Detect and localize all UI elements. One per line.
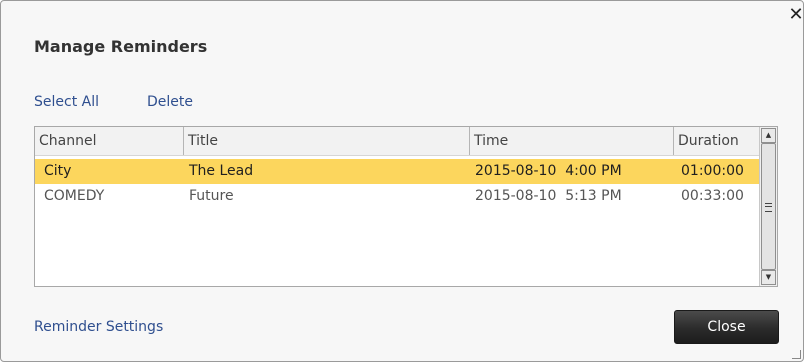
resize-grip-icon[interactable] [792, 350, 801, 359]
select-all-link[interactable]: Select All [34, 94, 99, 110]
manage-reminders-dialog: ✕ Manage Reminders Select All Delete Cha… [0, 0, 804, 362]
cell-time: 2015-08-10 5:13 PM [475, 188, 622, 204]
scroll-up-icon[interactable]: ▲ [761, 128, 776, 143]
cell-duration: 00:33:00 [681, 188, 744, 204]
cell-duration: 01:00:00 [681, 163, 744, 179]
close-icon[interactable]: ✕ [788, 5, 804, 25]
table-row[interactable]: City The Lead 2015-08-10 4:00 PM 01:00:0… [35, 159, 759, 184]
grip-icon [765, 202, 772, 212]
column-header-duration[interactable]: Duration [673, 127, 759, 155]
cell-title: The Lead [189, 163, 254, 179]
column-header-channel[interactable]: Channel [35, 127, 183, 155]
close-button[interactable]: Close [674, 310, 779, 344]
cell-title: Future [189, 188, 234, 204]
table-header: Channel Title Time Duration [35, 127, 759, 156]
scroll-thumb[interactable] [761, 143, 776, 270]
column-header-title[interactable]: Title [183, 127, 469, 155]
cell-channel: City [44, 163, 72, 179]
reminders-table: Channel Title Time Duration City The Lea… [34, 126, 778, 287]
delete-link[interactable]: Delete [147, 94, 193, 110]
vertical-scrollbar[interactable]: ▲ ▼ [759, 127, 777, 286]
cell-channel: COMEDY [44, 188, 105, 204]
cell-time: 2015-08-10 4:00 PM [475, 163, 622, 179]
reminder-settings-link[interactable]: Reminder Settings [34, 319, 163, 335]
column-header-time[interactable]: Time [469, 127, 673, 155]
dialog-title: Manage Reminders [34, 37, 208, 56]
table-row[interactable]: COMEDY Future 2015-08-10 5:13 PM 00:33:0… [35, 184, 759, 209]
scroll-down-icon[interactable]: ▼ [761, 270, 776, 285]
